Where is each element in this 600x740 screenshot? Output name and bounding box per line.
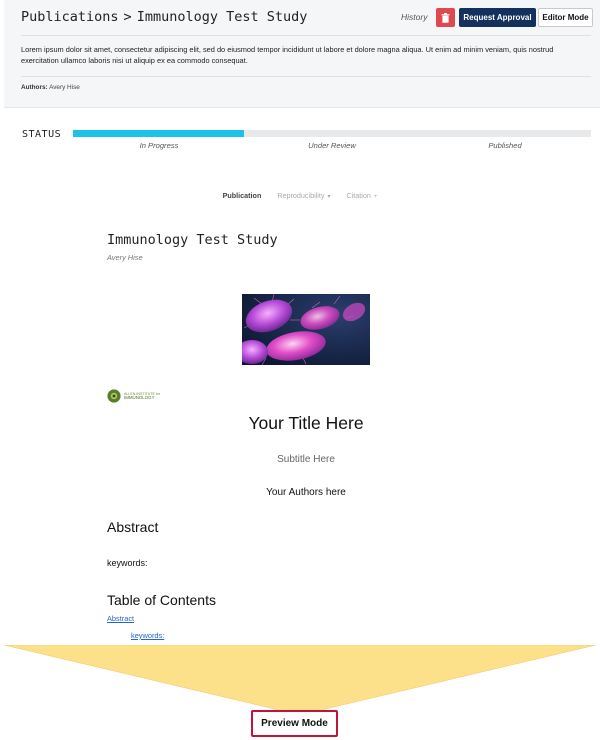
tab-reproducibility-label: Reproducibility bbox=[277, 191, 325, 200]
tab-publication-label: Publication bbox=[222, 191, 262, 200]
status-progress-bar bbox=[73, 130, 591, 137]
publication-tabs: Publication Reproducibility ▾ Citation + bbox=[0, 191, 600, 200]
divider bbox=[21, 76, 591, 77]
editor-mode-button[interactable]: Editor Mode bbox=[538, 8, 593, 27]
plus-icon: + bbox=[373, 194, 378, 200]
authors-label: Authors: bbox=[21, 84, 48, 91]
hero-image bbox=[242, 294, 370, 365]
document-author: Avery Hise bbox=[107, 253, 143, 262]
authors-value: Avery Hise bbox=[49, 84, 80, 91]
breadcrumb-separator: > bbox=[123, 9, 132, 25]
tab-publication[interactable]: Publication bbox=[223, 191, 262, 200]
tab-citation[interactable]: Citation + bbox=[347, 191, 378, 200]
institute-logo-icon bbox=[107, 389, 121, 403]
trash-icon bbox=[441, 12, 450, 23]
stage-published: Published bbox=[488, 141, 522, 150]
publication-header: Publications > Immunology Test Study Histo… bbox=[4, 0, 600, 108]
status-progress-fill bbox=[73, 130, 244, 137]
stage-under-review: Under Review bbox=[308, 141, 356, 150]
preview-mode-button[interactable]: Preview Mode bbox=[251, 710, 338, 737]
keywords-label: keywords: bbox=[107, 558, 148, 568]
institute-logo: ALLEN INSTITUTE for IMMUNOLOGY bbox=[107, 389, 160, 403]
chevron-down-icon: ▾ bbox=[327, 194, 331, 200]
logo-line2: IMMUNOLOGY bbox=[124, 395, 155, 400]
toc-link-keywords[interactable]: keywords: bbox=[131, 631, 164, 640]
delete-button[interactable] bbox=[436, 8, 455, 27]
microbe-image bbox=[242, 294, 370, 365]
status-label: STATUS bbox=[22, 129, 62, 140]
history-link[interactable]: History bbox=[401, 12, 427, 22]
paper-title: Your Title Here bbox=[248, 413, 364, 433]
request-approval-button[interactable]: Request Approval bbox=[459, 8, 536, 27]
tab-citation-label: Citation bbox=[346, 191, 371, 200]
authors-line: Authors: Avery Hise bbox=[21, 84, 80, 91]
paper-authors: Your Authors here bbox=[266, 487, 346, 498]
toc-heading: Table of Contents bbox=[107, 592, 216, 608]
toc-link-abstract[interactable]: Abstract bbox=[107, 614, 134, 623]
breadcrumb-publications[interactable]: Publications bbox=[21, 9, 119, 25]
divider bbox=[21, 35, 591, 36]
breadcrumb-current: Immunology Test Study bbox=[136, 9, 308, 25]
abstract-heading: Abstract bbox=[107, 519, 159, 535]
paper-subtitle: Subtitle Here bbox=[277, 454, 335, 465]
breadcrumb: Publications > Immunology Test Study bbox=[21, 9, 307, 25]
document-title: Immunology Test Study bbox=[107, 232, 278, 248]
stage-in-progress: In Progress bbox=[139, 141, 179, 150]
publication-description: Lorem ipsum dolor sit amet, consectetur … bbox=[21, 45, 554, 65]
tab-reproducibility[interactable]: Reproducibility ▾ bbox=[277, 191, 330, 200]
